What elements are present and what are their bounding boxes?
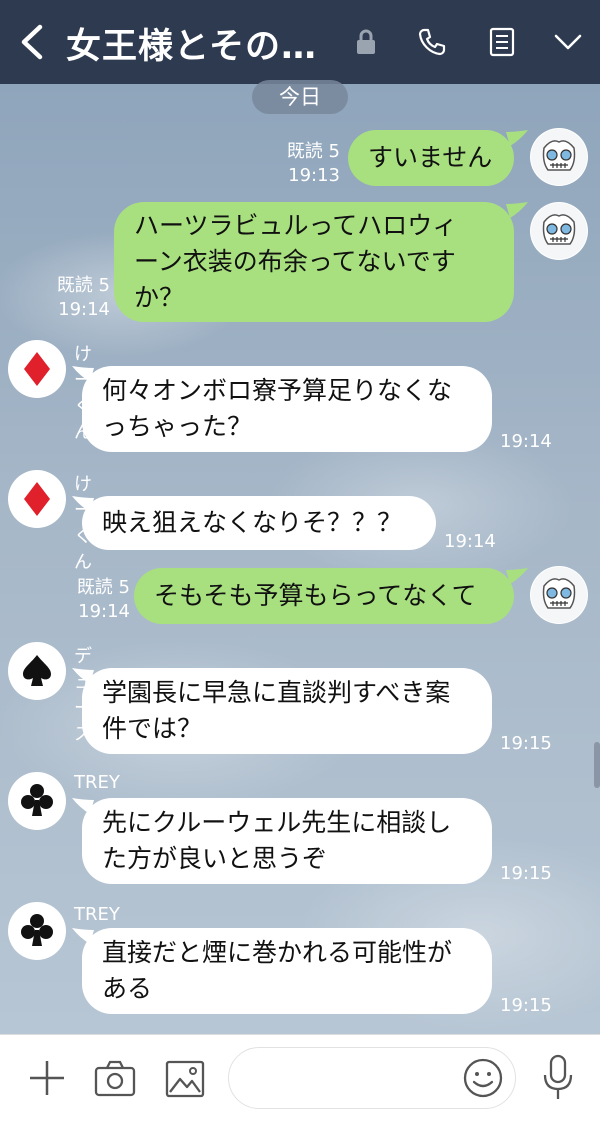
- scrollbar[interactable]: [594, 742, 600, 788]
- read-receipt: 既読 5: [56, 275, 110, 296]
- chat-title[interactable]: 女王様とその…: [66, 18, 317, 69]
- input-bar: [0, 1034, 600, 1121]
- their-message-bubble[interactable]: 映え狙えなくなりそ？？？: [82, 496, 436, 550]
- sender-name: TREY: [74, 772, 120, 793]
- diamond-icon: [9, 341, 65, 397]
- message-time: 19:15: [500, 863, 552, 884]
- sender-avatar[interactable]: [8, 470, 66, 528]
- camera-icon[interactable]: [94, 1059, 136, 1099]
- my-message-bubble[interactable]: ハーツラビュルってハロウィ ーン衣装の布余ってないです か？: [114, 202, 514, 322]
- image-icon[interactable]: [164, 1059, 206, 1099]
- date-separator: 今日: [252, 80, 348, 114]
- my-message-bubble[interactable]: そもそも予算もらってなくて: [134, 568, 514, 624]
- message-time: 19:14: [78, 601, 130, 622]
- message-time: 19:15: [500, 995, 552, 1016]
- my-avatar[interactable]: [530, 202, 588, 260]
- their-message-bubble[interactable]: 先にクルーウェル先生に相談し た方が良いと思うぞ: [82, 798, 492, 884]
- club-icon: [9, 773, 65, 829]
- my-avatar[interactable]: [530, 566, 588, 624]
- spade-icon: [9, 643, 65, 699]
- bubble-tail: [506, 568, 528, 584]
- chevron-left-icon[interactable]: [18, 24, 48, 60]
- sender-name: TREY: [74, 904, 120, 925]
- their-message-bubble[interactable]: 直接だと煙に巻かれる可能性が ある: [82, 928, 492, 1014]
- message-time: 19:14: [58, 299, 110, 320]
- sender-avatar[interactable]: [8, 340, 66, 398]
- read-receipt: 既読 5: [76, 577, 130, 598]
- diamond-icon: [9, 471, 65, 527]
- message-time: 19:15: [500, 733, 552, 754]
- skull-icon: [531, 203, 587, 259]
- chat-header: 女王様とその…: [0, 0, 600, 84]
- notes-icon[interactable]: [486, 26, 518, 58]
- plus-icon[interactable]: [26, 1057, 68, 1099]
- skull-icon: [531, 567, 587, 623]
- phone-icon[interactable]: [416, 26, 448, 58]
- emoji-icon[interactable]: [462, 1057, 504, 1099]
- chevron-down-icon[interactable]: [552, 26, 584, 58]
- read-receipt: 既読 5: [286, 141, 340, 162]
- message-time: 19:14: [500, 431, 552, 452]
- bubble-tail: [506, 202, 528, 218]
- their-message-bubble[interactable]: 何々オンボロ寮予算足りなくな っちゃった？: [82, 366, 492, 452]
- lock-icon: [357, 29, 375, 54]
- my-message-bubble[interactable]: すいません: [348, 130, 514, 186]
- message-time: 19:13: [288, 165, 340, 186]
- sender-avatar[interactable]: [8, 902, 66, 960]
- message-time: 19:14: [444, 531, 496, 552]
- club-icon: [9, 903, 65, 959]
- microphone-icon[interactable]: [540, 1053, 576, 1103]
- sender-avatar[interactable]: [8, 642, 66, 700]
- bubble-tail: [506, 130, 528, 146]
- their-message-bubble[interactable]: 学園長に早急に直談判すべき案 件では？: [82, 668, 492, 754]
- my-avatar[interactable]: [530, 128, 588, 186]
- sender-avatar[interactable]: [8, 772, 66, 830]
- skull-icon: [531, 129, 587, 185]
